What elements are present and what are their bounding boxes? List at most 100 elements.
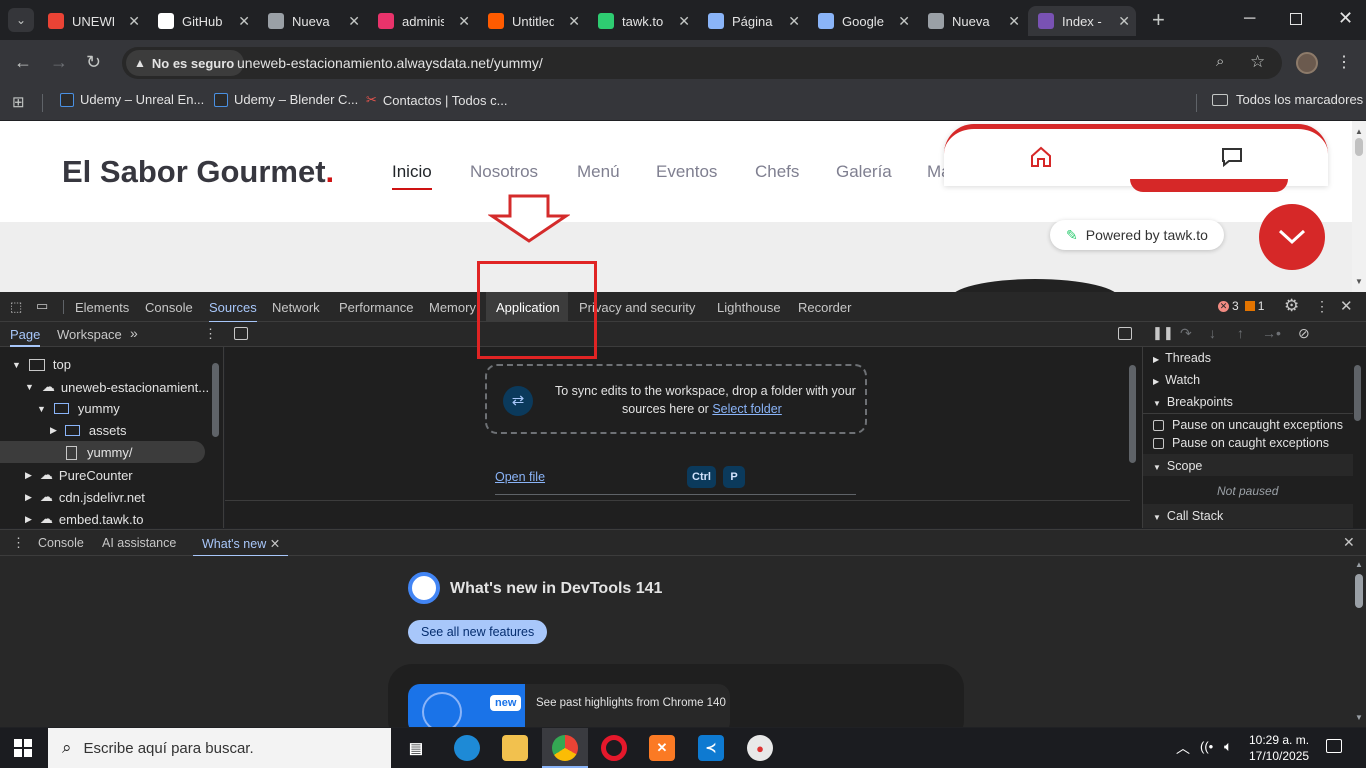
tab-search-button[interactable]: ⌄ bbox=[8, 8, 34, 32]
notification-icon[interactable] bbox=[1326, 739, 1342, 753]
tab-performance[interactable]: Performance bbox=[339, 300, 413, 315]
toggle-navigator-icon[interactable] bbox=[234, 327, 248, 340]
tab-console[interactable]: Console bbox=[145, 300, 193, 315]
new-tab-button[interactable]: + bbox=[1152, 7, 1165, 33]
url-text[interactable]: uneweb-estacionamiento.alwaysdata.net/yu… bbox=[237, 55, 543, 71]
opera-icon[interactable] bbox=[601, 735, 627, 761]
site-logo[interactable]: El Sabor Gourmet. bbox=[62, 154, 334, 190]
windows-start-icon[interactable] bbox=[14, 739, 32, 757]
close-tab-icon[interactable]: ✕ bbox=[678, 13, 690, 30]
tab-elements[interactable]: Elements bbox=[75, 300, 129, 315]
close-tab-icon[interactable]: ✕ bbox=[1008, 13, 1020, 30]
bookmark-udemy-blender[interactable]: Udemy – Blender C... bbox=[214, 92, 358, 107]
back-button[interactable]: ← bbox=[14, 52, 32, 73]
browser-tab[interactable]: Nueva pestaña ✕ bbox=[258, 6, 366, 36]
edge-icon[interactable] bbox=[454, 735, 480, 761]
page-scrollbar[interactable]: ▲ ▼ bbox=[1352, 121, 1366, 292]
drawer-tab-whats-new[interactable]: What's new ✕ bbox=[193, 530, 289, 557]
tree-item-jsdelivr[interactable]: ▶ ☁ cdn.jsdelivr.net bbox=[25, 489, 145, 505]
close-drawer-icon[interactable]: ✕ bbox=[1343, 534, 1355, 551]
browser-tab[interactable]: tawk.to ✕ bbox=[588, 6, 696, 36]
tab-lighthouse[interactable]: Lighthouse bbox=[717, 300, 781, 315]
chat-bubble-icon[interactable] bbox=[1220, 146, 1244, 168]
address-bar[interactable]: ▲ No es seguro uneweb-estacionamiento.al… bbox=[122, 47, 1282, 79]
browser-tab[interactable]: GitHub ✕ bbox=[148, 6, 256, 36]
close-tab-icon[interactable]: ✕ bbox=[238, 13, 250, 30]
drawer-menu-icon[interactable]: ⋮ bbox=[12, 535, 25, 551]
toggle-debugger-icon[interactable] bbox=[1118, 327, 1132, 340]
file-explorer-icon[interactable] bbox=[502, 735, 528, 761]
see-all-features-button[interactable]: See all new features bbox=[408, 620, 548, 644]
tree-item-domain[interactable]: ▼ ☁ uneweb-estacionamient... bbox=[25, 379, 209, 395]
browser-tab[interactable]: Google ✕ bbox=[808, 6, 916, 36]
section-watch[interactable]: ▶ Watch bbox=[1153, 373, 1200, 387]
browser-tab[interactable]: Página ✕ bbox=[698, 6, 806, 36]
section-breakpoints[interactable]: ▼ Breakpoints bbox=[1153, 395, 1233, 409]
avatar[interactable] bbox=[1296, 52, 1318, 74]
more-options-icon[interactable]: ⋮ bbox=[1315, 298, 1329, 315]
close-tab-icon[interactable]: ✕ bbox=[458, 13, 470, 30]
close-tab-icon[interactable]: ✕ bbox=[128, 13, 140, 30]
browser-tab[interactable]: Untitled ✕ bbox=[478, 6, 586, 36]
tree-item-top[interactable]: ▼ top bbox=[12, 357, 71, 372]
error-counter[interactable]: ✕ 3 1 bbox=[1218, 299, 1264, 313]
checkbox-uncaught[interactable]: Pause on uncaught exceptions bbox=[1153, 418, 1343, 432]
navigator-scrollbar[interactable] bbox=[212, 363, 219, 437]
paint-icon[interactable]: ● bbox=[747, 735, 773, 761]
volume-icon[interactable]: 🔈︎ bbox=[1224, 738, 1232, 755]
close-tab-icon[interactable]: ✕ bbox=[270, 537, 280, 551]
reload-button[interactable]: ↻ bbox=[86, 52, 101, 73]
drawer-tab-console[interactable]: Console bbox=[38, 536, 84, 550]
xampp-icon[interactable]: ✕ bbox=[649, 735, 675, 761]
inspect-element-icon[interactable]: ⬚ bbox=[10, 299, 22, 315]
tab-recorder[interactable]: Recorder bbox=[798, 300, 851, 315]
chevron-up-icon[interactable]: ︿ bbox=[1176, 738, 1190, 758]
vscode-icon[interactable]: ≺ bbox=[698, 735, 724, 761]
tree-item-tawk[interactable]: ▶ ☁ embed.tawk.to bbox=[25, 511, 143, 527]
browser-tab[interactable]: Nueva pestaña ✕ bbox=[918, 6, 1026, 36]
browser-tab[interactable]: UNEWEB ✕ bbox=[38, 6, 146, 36]
tab-memory[interactable]: Memory bbox=[429, 300, 476, 315]
section-call-stack[interactable]: ▼ Call Stack bbox=[1153, 509, 1223, 523]
close-tab-icon[interactable]: ✕ bbox=[568, 13, 580, 30]
tree-item-yummy-file[interactable]: yummy/ bbox=[66, 445, 133, 460]
more-tabs-icon[interactable]: » bbox=[130, 325, 138, 341]
minimize-button[interactable]: ─ bbox=[1244, 10, 1255, 28]
tree-item-purecounter[interactable]: ▶ ☁ PureCounter bbox=[25, 467, 133, 483]
deactivate-breakpoints-icon[interactable]: ⊘ bbox=[1298, 325, 1310, 342]
menu-kebab-icon[interactable]: ⋮ bbox=[1336, 52, 1352, 72]
maximize-button[interactable] bbox=[1290, 13, 1302, 25]
nav-galeria[interactable]: Galería bbox=[836, 162, 892, 182]
nav-chefs[interactable]: Chefs bbox=[755, 162, 799, 182]
sidebar-scrollbar[interactable] bbox=[1354, 365, 1361, 421]
drawer-tab-ai[interactable]: AI assistance bbox=[102, 536, 176, 550]
drop-folder-zone[interactable]: ⇄ To sync edits to the workspace, drop a… bbox=[485, 364, 867, 434]
home-icon[interactable] bbox=[1030, 146, 1051, 167]
zoom-icon[interactable]: ⌕ bbox=[1216, 53, 1224, 70]
pause-icon[interactable]: ❚❚ bbox=[1152, 325, 1174, 341]
nav-inicio[interactable]: Inicio bbox=[392, 162, 432, 190]
device-toolbar-icon[interactable]: ▭ bbox=[36, 298, 48, 314]
nav-nosotros[interactable]: Nosotros bbox=[470, 162, 538, 182]
chrome-icon[interactable] bbox=[552, 735, 578, 761]
all-bookmarks[interactable]: Todos los marcadores bbox=[1212, 92, 1363, 107]
close-tab-icon[interactable]: ✕ bbox=[348, 13, 360, 30]
section-scope[interactable]: ▼ Scope bbox=[1153, 459, 1202, 473]
close-tab-icon[interactable]: ✕ bbox=[788, 13, 800, 30]
close-tab-icon[interactable]: ✕ bbox=[1118, 13, 1130, 30]
navigator-menu-icon[interactable]: ⋮ bbox=[204, 326, 217, 342]
browser-tab[interactable]: administ ✕ bbox=[368, 6, 476, 36]
open-file-link[interactable]: Open file bbox=[495, 470, 545, 484]
tab-page[interactable]: Page bbox=[10, 327, 41, 347]
clock[interactable]: 10:29 a. m. 17/10/2025 bbox=[1249, 732, 1309, 764]
tree-item-yummy[interactable]: ▼ yummy bbox=[37, 401, 120, 416]
tree-item-assets[interactable]: ▶ assets bbox=[50, 423, 127, 438]
network-icon[interactable]: ((• bbox=[1200, 739, 1213, 754]
forward-button[interactable]: → bbox=[50, 52, 68, 73]
tab-network[interactable]: Network bbox=[272, 300, 320, 315]
section-threads[interactable]: ▶ Threads bbox=[1153, 351, 1211, 365]
drawer-scrollbar[interactable]: ▲ ▼ bbox=[1352, 556, 1366, 727]
close-devtools-icon[interactable]: ✕ bbox=[1340, 297, 1353, 315]
close-window-button[interactable]: ✕ bbox=[1338, 8, 1353, 29]
close-tab-icon[interactable]: ✕ bbox=[898, 13, 910, 30]
